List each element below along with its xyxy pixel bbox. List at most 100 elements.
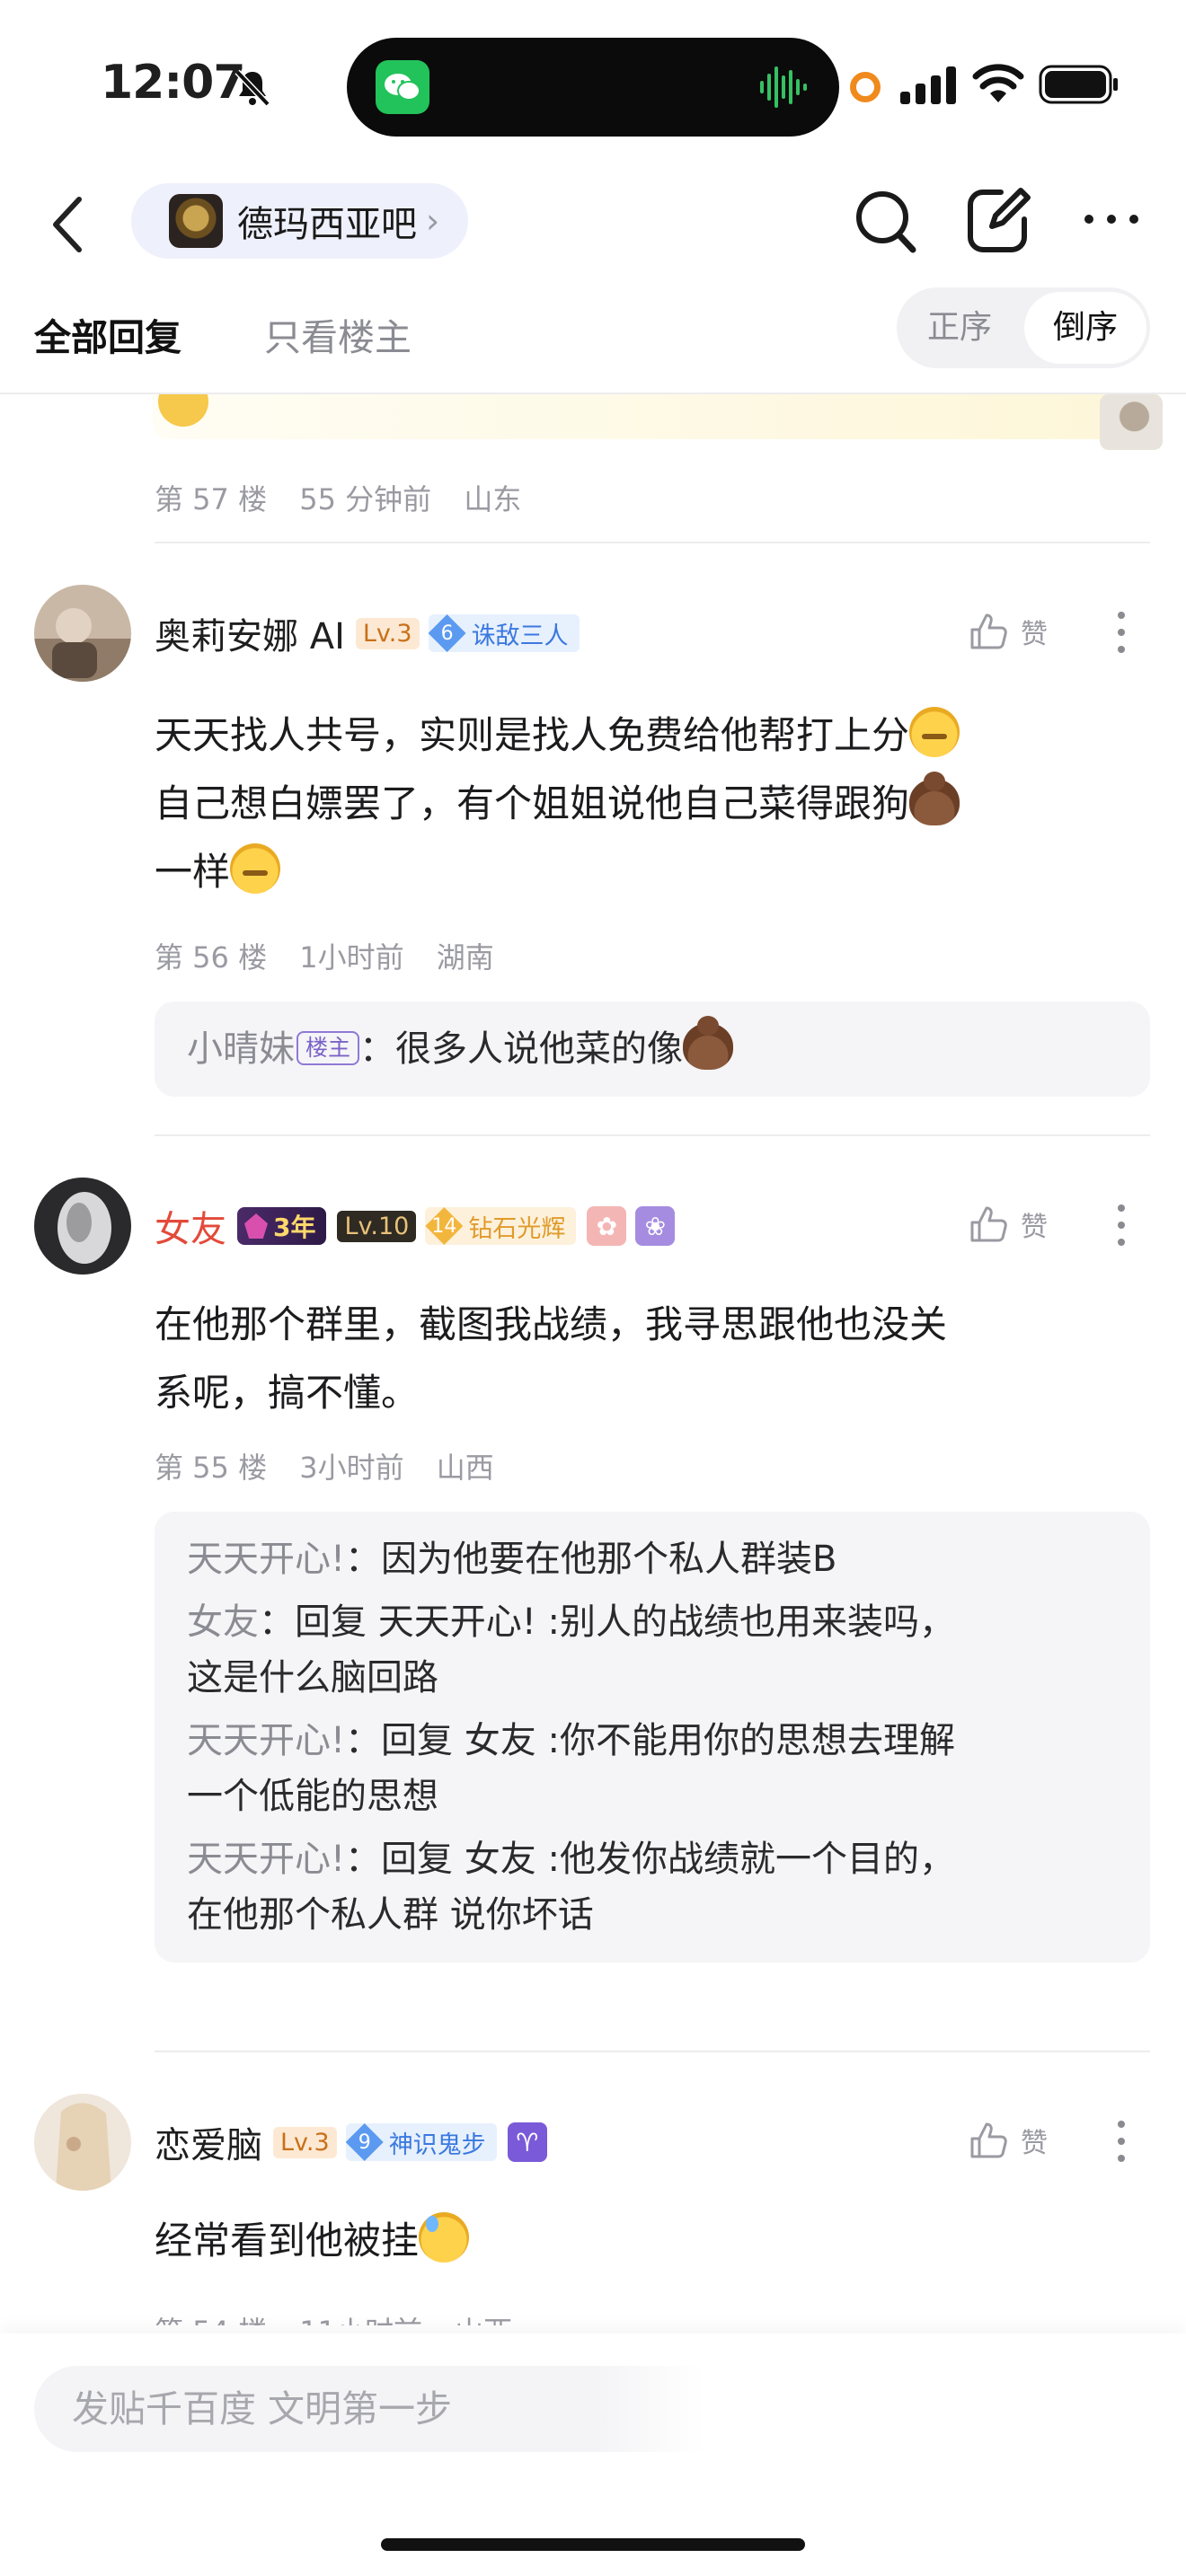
post-text-line: 经常看到他被挂 <box>155 2219 420 2263</box>
post-location: 山西 <box>436 1451 494 1485</box>
forum-avatar <box>169 194 223 248</box>
forum-name: 德玛西亚吧 <box>237 204 417 245</box>
like-label: 赞 <box>1021 2128 1048 2159</box>
flower-badge-icon: ✿ <box>587 1206 627 1246</box>
username[interactable]: 恋爱脑 <box>155 2116 262 2168</box>
post-more-icon[interactable] <box>1112 610 1130 655</box>
avatar[interactable] <box>34 2094 131 2191</box>
more-icon[interactable] <box>1082 201 1141 237</box>
sub-reply[interactable]: 天天开心!：因为他要在他那个私人群装B <box>187 1531 1118 1587</box>
gem-icon: 14 <box>425 1207 464 1245</box>
like-button[interactable]: 赞 <box>969 2121 1048 2160</box>
back-arrow-icon[interactable] <box>43 189 97 260</box>
post-text-line: 系呢，搞不懂。 <box>155 1371 420 1415</box>
post-location: 山东 <box>464 482 522 516</box>
user-info-row: 奥莉安娜 AI Lv.3 6 诛敌三人 <box>155 606 590 660</box>
post-text-line: 天天找人共号，实则是找人免费给他帮打上分 <box>155 713 910 757</box>
level-badge: Lv.3 <box>273 2126 337 2158</box>
sub-reply[interactable]: 天天开心!：回复 女友 :你不能用你的思想去理解 一个低能的思想 <box>187 1713 1118 1824</box>
reply-text: 回复 女友 :他发你战绩就一个目的， <box>381 1839 955 1880</box>
reply-username[interactable]: 女友 <box>187 1601 259 1643</box>
thumbs-up-icon <box>970 613 1007 649</box>
user-info-row: 恋爱脑 Lv.3 9 神识鬼步 ♈ <box>155 2115 556 2169</box>
reply-text: 一个低能的思想 <box>187 1776 438 1817</box>
reply-input[interactable]: 发贴千百度 文明第一步 <box>34 2366 1152 2452</box>
previous-post-image-strip <box>153 394 1159 439</box>
aries-badge-icon: ♈ <box>507 2122 547 2162</box>
divider <box>155 2051 1150 2052</box>
nav-bar: 德玛西亚吧 › <box>0 171 1186 305</box>
reply-separator: ： <box>345 1839 382 1880</box>
post-meta: 第 55 楼 3小时前 山西 <box>155 1445 518 1486</box>
avatar[interactable] <box>34 585 131 682</box>
sub-reply[interactable]: 小晴妹 楼主 ：很多人说他菜的像 <box>187 1016 1118 1077</box>
sort-ascending-button[interactable]: 正序 <box>897 287 1022 368</box>
cellular-signal-icon <box>900 66 956 104</box>
gem-icon: 9 <box>345 2123 384 2161</box>
level-badge: Lv.3 <box>355 617 420 649</box>
title-badge-label: 神识鬼步 <box>388 2130 486 2159</box>
gem-icon: 6 <box>428 614 466 652</box>
floor-number: 第 54 楼 <box>155 2315 267 2325</box>
divider <box>155 1134 1150 1136</box>
like-label: 赞 <box>1021 619 1048 650</box>
reply-username[interactable]: 天天开心! <box>187 1720 345 1761</box>
title-badge: 14 钻石光辉 <box>425 1207 577 1245</box>
post-text-line: 在他那个群里，截图我战绩，我寻思跟他也没关 <box>155 1302 948 1346</box>
tab-op-only[interactable]: 只看楼主 <box>264 307 412 361</box>
post-time: 3小时前 <box>299 1451 404 1485</box>
reply-text: 因为他要在他那个私人群装B <box>381 1539 837 1580</box>
like-label: 赞 <box>1021 1212 1048 1243</box>
post-time: 11小时前 <box>299 2315 422 2325</box>
sub-replies[interactable]: 小晴妹 楼主 ：很多人说他菜的像 <box>155 1001 1150 1097</box>
sub-replies[interactable]: 天天开心!：因为他要在他那个私人群装B 女友：回复 天天开心! :别人的战绩也用… <box>155 1512 1150 1963</box>
reply-separator: ： <box>359 1028 396 1070</box>
reply-username[interactable]: 天天开心! <box>187 1839 345 1880</box>
username[interactable]: 奥莉安娜 AI <box>155 607 345 659</box>
floor-number: 第 56 楼 <box>155 940 268 975</box>
sub-reply[interactable]: 女友：回复 天天开心! :别人的战绩也用来装吗， 这是什么脑回路 <box>187 1594 1118 1706</box>
edit-post-icon[interactable] <box>965 185 1031 255</box>
post-more-icon[interactable] <box>1112 2119 1130 2164</box>
smug-emoji-icon <box>909 707 960 757</box>
post-time: 1小时前 <box>299 940 404 975</box>
poop-emoji-icon <box>683 1016 734 1070</box>
level-badge: Lv.10 <box>337 1210 417 1242</box>
post-body: 在他那个群里，截图我战绩，我寻思跟他也没关 系呢，搞不懂。 <box>155 1291 1125 1427</box>
home-indicator[interactable] <box>381 2538 805 2551</box>
reply-text: 回复 女友 :你不能用你的思想去理解 <box>381 1720 955 1761</box>
sub-reply[interactable]: 天天开心!：回复 女友 :他发你战绩就一个目的， 在他那个私人群 说你坏话 <box>187 1831 1118 1943</box>
bell-mute-icon <box>235 69 270 107</box>
reply-username[interactable]: 小晴妹 <box>187 1028 295 1070</box>
floor-number: 第 57 楼 <box>155 482 268 516</box>
membership-year-badge: 3年 <box>237 1207 327 1245</box>
forum-chip[interactable]: 德玛西亚吧 › <box>131 183 469 259</box>
title-badge-label: 诛敌三人 <box>471 622 569 650</box>
like-button[interactable]: 赞 <box>969 1204 1048 1244</box>
sort-descending-button[interactable]: 倒序 <box>1024 292 1146 364</box>
like-button[interactable]: 赞 <box>969 612 1048 651</box>
poop-emoji-icon <box>909 772 960 825</box>
post-more-icon[interactable] <box>1112 1203 1130 1248</box>
reply-list[interactable]: 第 57 楼 55 分钟前 山东 奥莉安娜 AI Lv.3 6 诛敌三人 赞 天… <box>0 394 1186 2325</box>
username[interactable]: 女友 <box>155 1200 226 1252</box>
user-info-row: 女友 3年 Lv.10 14 钻石光辉 ✿ ❀ <box>155 1199 684 1253</box>
tab-all-replies[interactable]: 全部回复 <box>34 307 181 361</box>
sticker-image <box>1100 394 1163 450</box>
dynamic-island[interactable] <box>347 38 839 137</box>
thumbs-up-icon <box>970 1206 1007 1242</box>
clock: 12:07 <box>101 56 246 110</box>
search-icon[interactable] <box>852 185 920 257</box>
reply-text: 这是什么脑回路 <box>187 1657 438 1698</box>
avatar[interactable] <box>34 1178 131 1275</box>
thumbs-up-icon <box>970 2122 1007 2158</box>
reply-separator: ： <box>259 1601 295 1643</box>
wifi-icon <box>972 64 1024 102</box>
blossom-badge-icon: ❀ <box>635 1206 676 1246</box>
battery-icon <box>1039 65 1118 104</box>
chevron-right-icon: › <box>426 201 440 241</box>
reply-username[interactable]: 天天开心! <box>187 1539 345 1580</box>
sort-order-toggle: 正序 倒序 <box>897 287 1150 368</box>
post-time: 55 分钟前 <box>299 482 432 516</box>
title-badge: 9 神识鬼步 <box>345 2123 497 2161</box>
